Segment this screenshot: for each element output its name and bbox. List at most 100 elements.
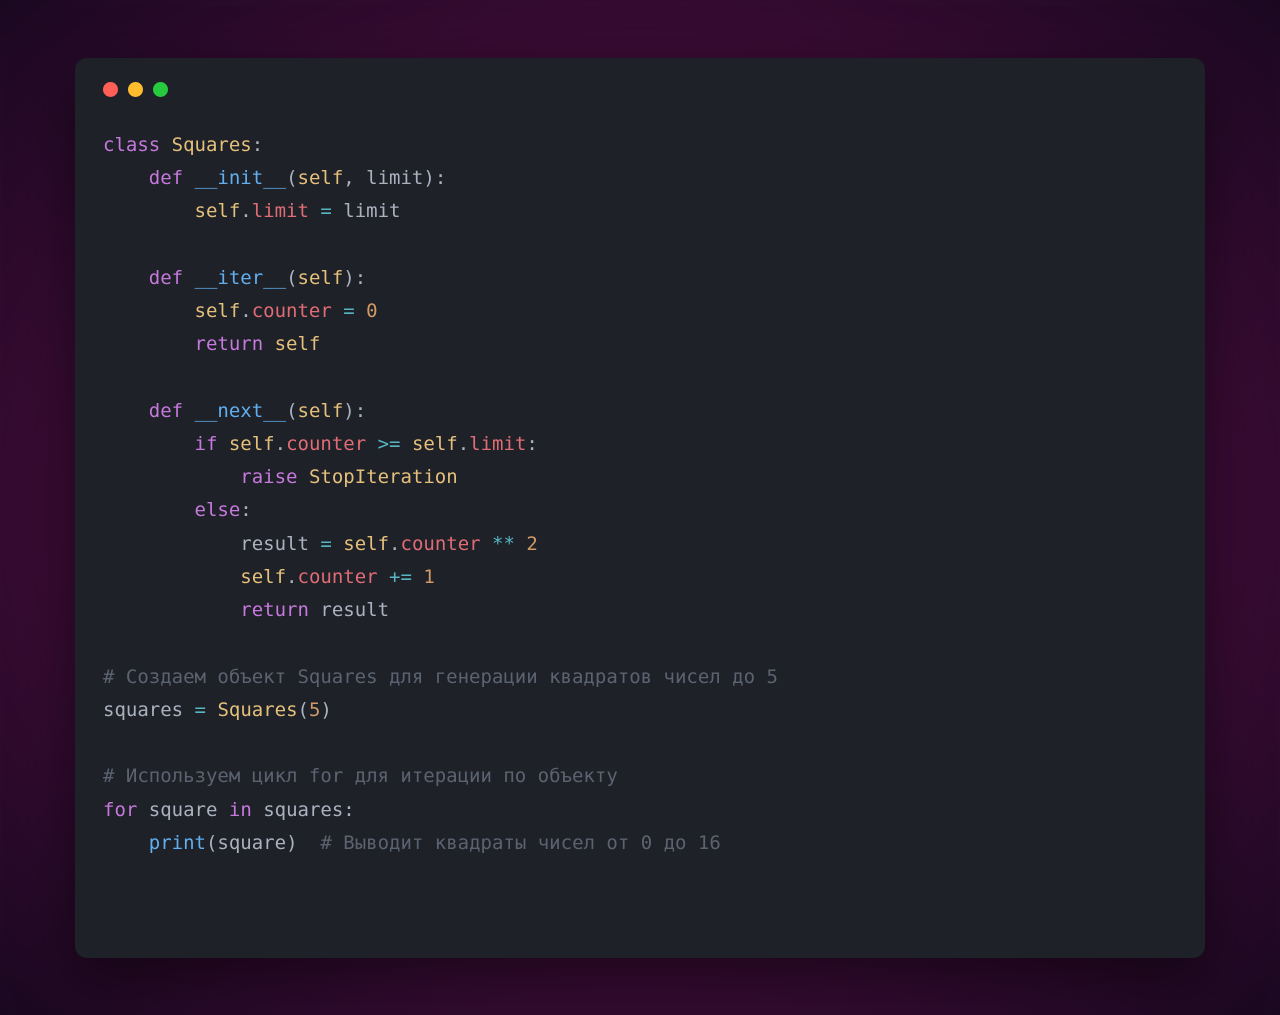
code-token-white (103, 167, 149, 189)
code-token-keyword: def (149, 400, 183, 422)
code-token-operator: = (343, 300, 354, 322)
code-token-operator: += (389, 566, 412, 588)
code-token-comment: # Используем цикл for для итерации по об… (103, 765, 618, 787)
code-token-comment: # Выводит квадраты чисел от 0 до 16 (320, 832, 720, 854)
code-token-param: limit (366, 167, 423, 189)
code-token-white (252, 799, 263, 821)
code-token-keyword: return (195, 333, 264, 355)
code-token-property: counter (401, 533, 481, 555)
code-token-punctuation: . (458, 433, 469, 455)
code-token-number: 0 (366, 300, 377, 322)
code-token-white (183, 400, 194, 422)
code-token-punctuation: ) (320, 699, 331, 721)
code-token-white (183, 699, 194, 721)
code-token-white (366, 433, 377, 455)
code-token-function: __init__ (195, 167, 287, 189)
traffic-lights (103, 82, 1177, 97)
code-token-white (103, 300, 195, 322)
code-token-white (481, 533, 492, 555)
code-token-number: 5 (309, 699, 320, 721)
code-token-white (309, 533, 320, 555)
code-token-white (103, 566, 240, 588)
code-token-white (298, 832, 321, 854)
code-token-number: 2 (526, 533, 537, 555)
code-token-punctuation: ( (286, 400, 297, 422)
code-token-property: counter (286, 433, 366, 455)
code-token-white (309, 599, 320, 621)
code-token-property: counter (298, 566, 378, 588)
code-token-self: self (298, 400, 344, 422)
code-token-white (103, 333, 195, 355)
code-token-keyword: else (195, 499, 241, 521)
code-token-punctuation: . (286, 566, 297, 588)
code-token-keyword: return (240, 599, 309, 621)
code-token-param: square (217, 832, 286, 854)
code-token-comment: # Создаем объект Squares для генерации к… (103, 666, 778, 688)
code-token-property: limit (469, 433, 526, 455)
code-token-keyword: raise (240, 466, 297, 488)
code-token-operator: = (195, 699, 206, 721)
code-token-operator: >= (378, 433, 401, 455)
code-token-punctuation: ): (423, 167, 446, 189)
code-token-keyword: def (149, 267, 183, 289)
code-token-white (183, 167, 194, 189)
code-token-self: self (229, 433, 275, 455)
code-token-operator: = (320, 533, 331, 555)
code-token-white (217, 799, 228, 821)
code-token-keyword: if (195, 433, 218, 455)
code-token-white (183, 267, 194, 289)
code-token-white (263, 333, 274, 355)
code-token-self: self (412, 433, 458, 455)
code-token-punctuation: . (240, 300, 251, 322)
code-token-self: self (343, 533, 389, 555)
close-icon[interactable] (103, 82, 118, 97)
code-token-white (309, 200, 320, 222)
code-token-white (217, 433, 228, 455)
maximize-icon[interactable] (153, 82, 168, 97)
code-token-function: __next__ (195, 400, 287, 422)
code-token-operator: ** (492, 533, 515, 555)
code-token-white (412, 566, 423, 588)
code-token-self: self (195, 200, 241, 222)
code-token-classname: Squares (217, 699, 297, 721)
code-token-param: squares (263, 799, 343, 821)
code-token-keyword: for (103, 799, 137, 821)
code-token-white (103, 200, 195, 222)
code-token-white (206, 699, 217, 721)
code-token-self: self (275, 333, 321, 355)
code-token-punctuation: : (252, 134, 263, 156)
code-token-punctuation: ( (298, 699, 309, 721)
code-token-white (103, 599, 240, 621)
code-token-white (103, 433, 195, 455)
code-token-white (103, 832, 149, 854)
code-token-white (332, 533, 343, 555)
code-token-builtin: print (149, 832, 206, 854)
code-token-white (332, 300, 343, 322)
code-token-white (160, 134, 171, 156)
code-token-self: self (240, 566, 286, 588)
code-token-white (103, 499, 195, 521)
code-token-punctuation: ( (206, 832, 217, 854)
code-token-param: square (149, 799, 218, 821)
code-token-property: limit (252, 200, 309, 222)
code-token-keyword: def (149, 167, 183, 189)
code-token-self: self (195, 300, 241, 322)
code-token-punctuation: . (240, 200, 251, 222)
code-token-white (401, 433, 412, 455)
code-token-classname: Squares (172, 134, 252, 156)
code-token-punctuation: . (389, 533, 400, 555)
code-token-white (103, 400, 149, 422)
code-token-keyword: class (103, 134, 160, 156)
code-token-white (378, 566, 389, 588)
code-token-punctuation: . (275, 433, 286, 455)
code-token-param: limit (343, 200, 400, 222)
code-token-punctuation: ): (343, 400, 366, 422)
code-token-exception: StopIteration (309, 466, 458, 488)
code-token-punctuation: , (343, 167, 366, 189)
minimize-icon[interactable] (128, 82, 143, 97)
code-content: class Squares: def __init__(self, limit)… (103, 129, 1177, 861)
code-token-self: self (298, 167, 344, 189)
code-token-white (515, 533, 526, 555)
code-token-white (332, 200, 343, 222)
code-token-punctuation: ) (286, 832, 297, 854)
